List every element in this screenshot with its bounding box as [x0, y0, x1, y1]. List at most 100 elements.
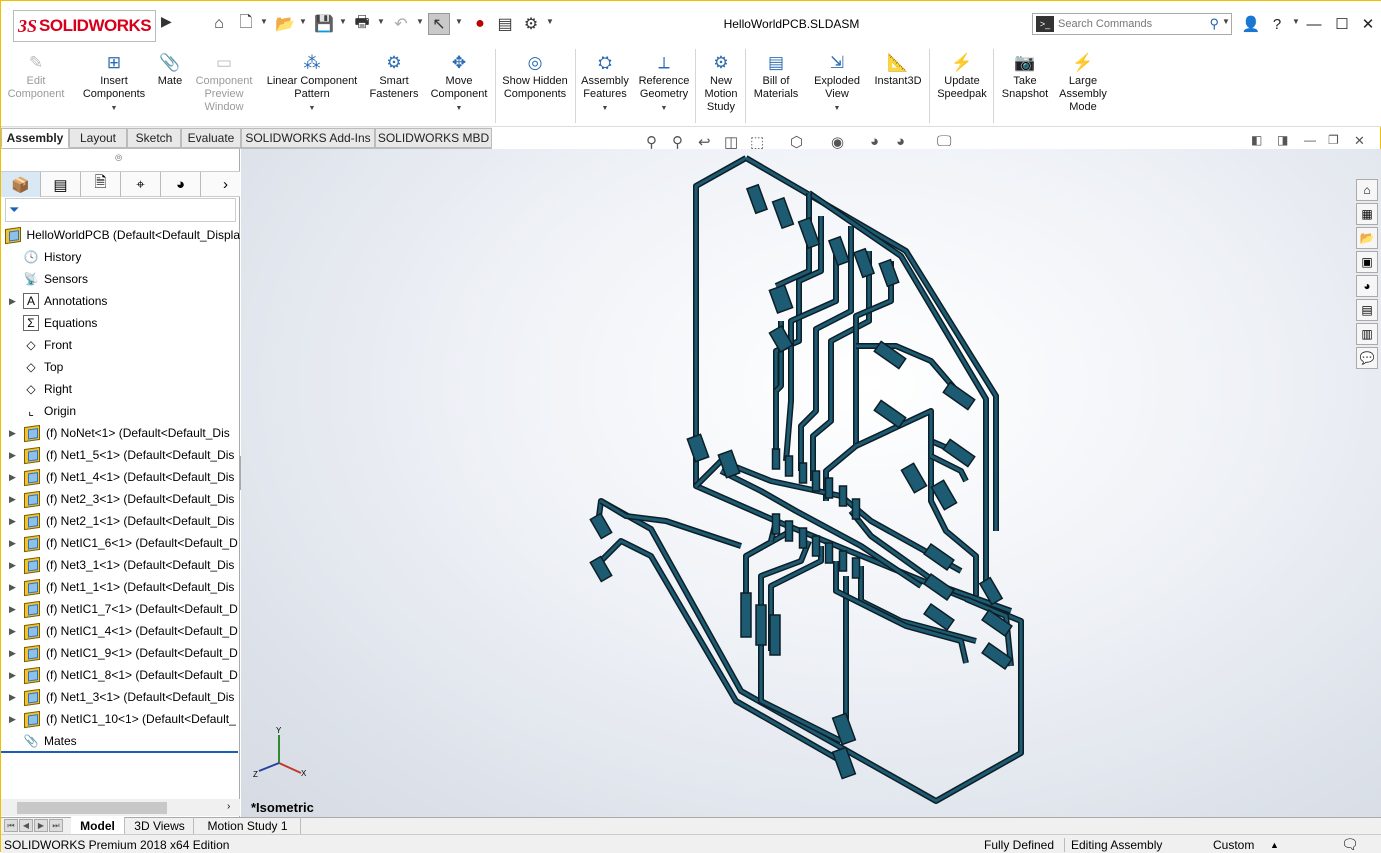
ribbon-button-8[interactable]: ⛭ Assembly Features ▼	[577, 51, 633, 115]
tab-1[interactable]: Layout	[69, 128, 127, 148]
pcb-pad[interactable]	[589, 512, 613, 540]
expand-arrow-icon[interactable]: ▶	[9, 560, 16, 571]
nav-next-icon[interactable]: ▶	[34, 819, 48, 832]
forum-icon[interactable]: 💬	[1356, 347, 1378, 369]
tab-2[interactable]: Sketch	[127, 128, 181, 148]
menu-expand-arrow-icon[interactable]: ▶	[161, 13, 172, 30]
tab-5[interactable]: SOLIDWORKS MBD	[375, 128, 492, 148]
chevron-down-icon[interactable]: ▼	[309, 102, 316, 115]
pcb-pad[interactable]	[589, 555, 613, 583]
ribbon-button-15[interactable]: 📷 Take Snapshot	[997, 51, 1053, 101]
ribbon-button-10[interactable]: ⚙ New Motion Study	[699, 51, 743, 114]
tree-item[interactable]: ▶ (f) Net1_1<1> (Default<Default_Dis	[1, 576, 240, 598]
tree-item[interactable]: ▶ (f) Net1_3<1> (Default<Default_Dis	[1, 686, 240, 708]
expand-arrow-icon[interactable]: ▶	[9, 692, 16, 703]
nav-prev-icon[interactable]: ◀	[19, 819, 33, 832]
expand-arrow-icon[interactable]: ▶	[9, 582, 16, 593]
expand-arrow-icon[interactable]: ▶	[9, 296, 16, 307]
tree-item[interactable]: 📎 Mates	[1, 730, 240, 752]
pcb-pad[interactable]	[942, 381, 976, 411]
expand-arrow-icon[interactable]: ▶	[9, 450, 16, 461]
tree-item[interactable]: ▶ (f) Net2_1<1> (Default<Default_Dis	[1, 510, 240, 532]
zoom-to-fit-icon[interactable]: ⚲	[646, 133, 657, 151]
ribbon-button-16[interactable]: ⚡ Large Assembly Mode	[1057, 51, 1109, 114]
display-manager-tab-icon[interactable]: ◕	[161, 172, 201, 197]
pcb-pad[interactable]	[900, 462, 928, 494]
ribbon-button-4[interactable]: ⁂ Linear Component Pattern ▼	[261, 51, 363, 115]
pcb-pad[interactable]	[873, 399, 907, 429]
pcb-pad[interactable]	[851, 498, 861, 520]
ribbon-button-13[interactable]: 📐 Instant3D	[869, 51, 927, 88]
pcb-pad[interactable]	[923, 543, 955, 571]
toolbox-icon[interactable]: ▥	[1356, 323, 1378, 345]
ribbon-button-0[interactable]: ✎ Edit Component	[5, 51, 67, 101]
tree-item[interactable]: ▶ (f) Net1_5<1> (Default<Default_Dis	[1, 444, 240, 466]
tab-model[interactable]: Model	[71, 817, 125, 834]
doc-minimize-icon[interactable]: —	[1304, 133, 1316, 147]
tree-item[interactable]: ▶ (f) NoNet<1> (Default<Default_Dis	[1, 422, 240, 444]
expand-arrow-icon[interactable]: ▶	[9, 648, 16, 659]
property-manager-tab-icon[interactable]: ▤	[41, 172, 81, 197]
file-properties-icon[interactable]: ▤	[494, 13, 516, 35]
maximize-icon[interactable]: ☐	[1331, 13, 1353, 35]
expand-arrow-icon[interactable]: ▶	[9, 538, 16, 549]
scrollbar-thumb[interactable]	[17, 802, 167, 814]
tab-motion-study[interactable]: Motion Study 1	[195, 817, 301, 834]
tree-item[interactable]: 🕓 History	[1, 246, 240, 268]
rebuild-traffic-light-icon[interactable]: ●	[469, 13, 491, 35]
custom-properties-icon[interactable]: ▤	[1356, 299, 1378, 321]
select-cursor-icon[interactable]: ↖	[428, 13, 450, 35]
panel-splitter-handle-icon[interactable]: ⦾	[115, 153, 122, 164]
expand-arrow-icon[interactable]: ▶	[9, 428, 16, 439]
expand-arrow-icon[interactable]: ▶	[9, 494, 16, 505]
tree-item[interactable]: ▶ A Annotations	[1, 290, 240, 312]
ribbon-button-12[interactable]: ⇲ Exploded View ▼	[809, 51, 865, 115]
ribbon-button-3[interactable]: ▭ Component Preview Window	[187, 51, 261, 114]
chevron-down-icon[interactable]: ▼	[661, 102, 668, 115]
expand-arrow-icon[interactable]: ▶	[9, 626, 16, 637]
pcb-pad[interactable]	[827, 235, 851, 267]
undo-icon[interactable]: ↶	[390, 13, 412, 35]
tab-3d-views[interactable]: 3D Views	[126, 817, 194, 834]
feature-manager-tab-icon[interactable]: 📦	[1, 172, 41, 197]
filter-icon[interactable]: ⏷	[9, 202, 19, 218]
new-document-icon[interactable]: 🗋	[235, 13, 257, 35]
panel-expand-arrow-icon[interactable]: ›	[211, 172, 240, 197]
pcb-pad[interactable]	[797, 216, 821, 250]
tree-filter-box[interactable]: ⏷	[5, 198, 236, 222]
tree-item[interactable]: ▶ (f) Net3_1<1> (Default<Default_Dis	[1, 554, 240, 576]
status-message-icon[interactable]: 🗨	[1341, 836, 1359, 853]
design-library-icon[interactable]: ▦	[1356, 203, 1378, 225]
search-icon[interactable]: ⚲	[1209, 16, 1219, 32]
user-account-icon[interactable]: 👤	[1240, 13, 1262, 35]
help-icon[interactable]: ?	[1266, 13, 1288, 35]
doc-close-icon[interactable]: ✕	[1354, 133, 1365, 149]
view-orientation-icon[interactable]: ⬡	[790, 133, 803, 151]
pcb-pad[interactable]	[838, 485, 848, 507]
search-input[interactable]: Search Commands	[1058, 18, 1209, 30]
pcb-pad[interactable]	[740, 592, 752, 638]
appearances-icon[interactable]: ◕	[1356, 275, 1378, 297]
ribbon-button-11[interactable]: ▤ Bill of Materials	[749, 51, 803, 101]
chevron-down-icon[interactable]: ▼	[455, 17, 463, 26]
pcb-pad[interactable]	[798, 527, 808, 549]
open-folder-icon[interactable]: 📂	[274, 13, 296, 35]
pcb-pad[interactable]	[798, 462, 808, 484]
chevron-down-icon[interactable]: ▼	[416, 17, 424, 26]
pcb-pad[interactable]	[771, 448, 781, 470]
save-icon[interactable]: 💾	[313, 13, 335, 35]
expand-arrow-icon[interactable]: ▶	[9, 472, 16, 483]
dimxpert-tab-icon[interactable]: ⌖	[121, 172, 161, 197]
pcb-pad[interactable]	[745, 183, 769, 215]
pcb-pad[interactable]	[771, 513, 781, 535]
tree-item[interactable]: ◇ Right	[1, 378, 240, 400]
scroll-right-icon[interactable]: ›	[227, 801, 230, 812]
configuration-manager-tab-icon[interactable]: 🗎	[81, 172, 121, 197]
zoom-to-area-icon[interactable]: ⚲	[672, 133, 683, 151]
view-palette-icon[interactable]: ▣	[1356, 251, 1378, 273]
tree-item[interactable]: ▶ (f) NetIC1_9<1> (Default<Default_D	[1, 642, 240, 664]
tile-right-icon[interactable]: ◨	[1277, 133, 1288, 147]
tree-item[interactable]: ◇ Top	[1, 356, 240, 378]
pcb-pad[interactable]	[784, 455, 794, 477]
tree-root-assembly[interactable]: HelloWorldPCB (Default<Default_Displa	[1, 224, 240, 246]
